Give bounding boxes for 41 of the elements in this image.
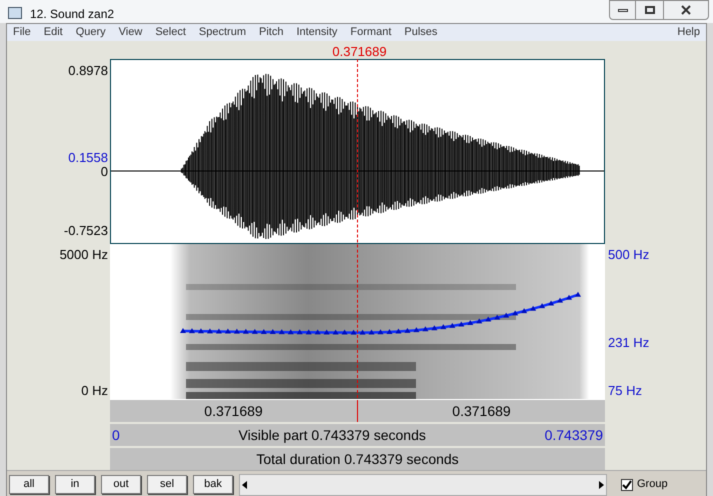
axis-label: 500 Hz (608, 246, 650, 264)
axis-label: 75 Hz (608, 382, 642, 400)
close-icon (681, 5, 691, 15)
window-title: 12. Sound zan2 (30, 6, 114, 23)
axis-label: 231 Hz (608, 334, 650, 352)
close-button[interactable] (663, 0, 709, 20)
axis-label: 0.8978 (68, 62, 108, 80)
menu-item[interactable]: Edit (44, 24, 63, 41)
group-label: Group (637, 477, 668, 492)
axis-label: 5000 Hz (60, 246, 108, 264)
group-checkbox[interactable] (621, 478, 633, 490)
menu-item[interactable]: Formant (350, 24, 392, 41)
total-duration-bar[interactable]: Total duration 0.743379 seconds (110, 448, 605, 470)
zoom-button[interactable]: bak (193, 475, 233, 494)
visible-end: 0.743379 (544, 426, 603, 444)
time-bar[interactable]: 0.371689 (358, 400, 605, 422)
scroll-right-icon[interactable] (596, 480, 606, 490)
minimize-button[interactable] (609, 0, 636, 20)
menu-item[interactable]: Spectrum (198, 24, 246, 41)
zoom-button[interactable]: sel (147, 475, 187, 494)
axis-label: 0 Hz (81, 382, 108, 400)
cursor-time: 0.371689 (332, 45, 387, 58)
zoom-button[interactable]: in (55, 475, 95, 494)
menu-item[interactable]: Help (677, 24, 700, 41)
menu-item[interactable]: Intensity (296, 24, 338, 41)
menu-item[interactable]: Pitch (258, 24, 284, 41)
zoom-button[interactable]: out (101, 475, 141, 494)
scroll-left-icon[interactable] (240, 480, 250, 490)
app-icon (8, 7, 22, 19)
visible-part-text: Visible part 0.743379 seconds (238, 426, 427, 445)
menu-item[interactable]: View (118, 24, 142, 41)
menu-item[interactable]: Query (76, 24, 106, 41)
menu-item[interactable]: Select (155, 24, 186, 41)
zoom-button[interactable]: all (9, 475, 49, 494)
scrollbar[interactable] (239, 474, 607, 496)
time-bar[interactable]: 0.371689 (110, 400, 358, 422)
axis-label: -0.7523 (64, 222, 108, 240)
maximize-button[interactable] (636, 0, 663, 20)
menu-item[interactable]: Pulses (404, 24, 438, 41)
menu-item[interactable]: File (13, 24, 31, 41)
visible-start: 0 (112, 426, 120, 444)
